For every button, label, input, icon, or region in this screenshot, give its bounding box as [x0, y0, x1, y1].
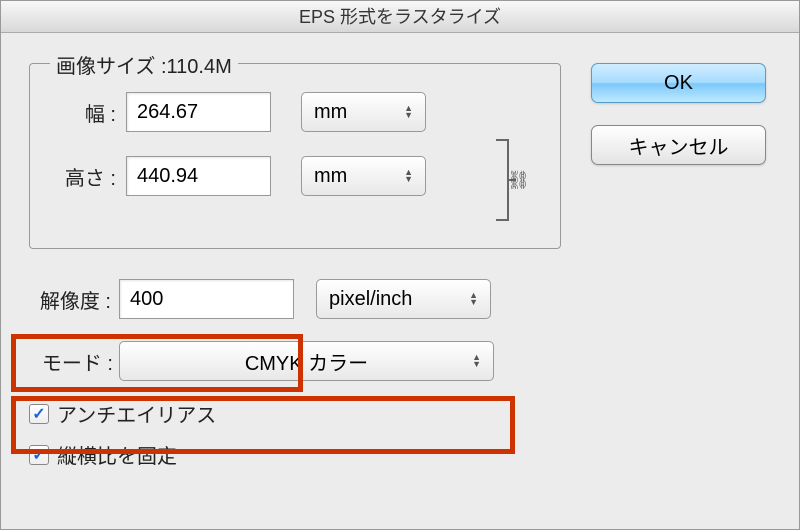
link-bracket: ⛓ — [494, 134, 524, 226]
stepper-icon: ▲▼ — [404, 105, 413, 119]
resolution-input[interactable] — [119, 279, 294, 319]
ok-label: OK — [664, 72, 693, 95]
button-column: OK キャンセル — [591, 63, 771, 469]
height-label: 高さ : — [48, 162, 126, 191]
width-unit-select[interactable]: mm ▲▼ — [301, 92, 426, 132]
resolution-unit-value: pixel/inch — [329, 288, 412, 311]
link-icon[interactable]: ⛓ — [507, 170, 530, 191]
height-row: 高さ : mm ▲▼ — [48, 156, 542, 196]
stepper-icon: ▲▼ — [404, 169, 413, 183]
resolution-label: 解像度 : — [29, 285, 119, 314]
image-size-group: 画像サイズ :110.4M 幅 : mm ▲▼ 高さ : — [29, 63, 561, 249]
height-input[interactable] — [126, 156, 271, 196]
cancel-button[interactable]: キャンセル — [591, 125, 766, 165]
highlight-resolution — [11, 334, 303, 392]
width-input[interactable] — [126, 92, 271, 132]
image-size-legend: 画像サイズ :110.4M — [50, 50, 238, 79]
resolution-unit-select[interactable]: pixel/inch ▲▼ — [316, 279, 491, 319]
height-unit-value: mm — [314, 165, 347, 188]
rasterize-eps-dialog: EPS 形式をラスタライズ 画像サイズ :110.4M 幅 : mm ▲▼ — [0, 0, 800, 530]
resolution-row: 解像度 : pixel/inch ▲▼ — [29, 279, 561, 319]
stepper-icon: ▲▼ — [472, 354, 481, 368]
highlight-mode — [11, 396, 515, 454]
dialog-content: 画像サイズ :110.4M 幅 : mm ▲▼ 高さ : — [1, 33, 799, 479]
width-label: 幅 : — [48, 98, 126, 127]
height-unit-select[interactable]: mm ▲▼ — [301, 156, 426, 196]
dialog-title: EPS 形式をラスタライズ — [1, 1, 799, 33]
cancel-label: キャンセル — [629, 131, 729, 160]
width-unit-value: mm — [314, 101, 347, 124]
stepper-icon: ▲▼ — [469, 292, 478, 306]
ok-button[interactable]: OK — [591, 63, 766, 103]
width-row: 幅 : mm ▲▼ — [48, 92, 542, 132]
